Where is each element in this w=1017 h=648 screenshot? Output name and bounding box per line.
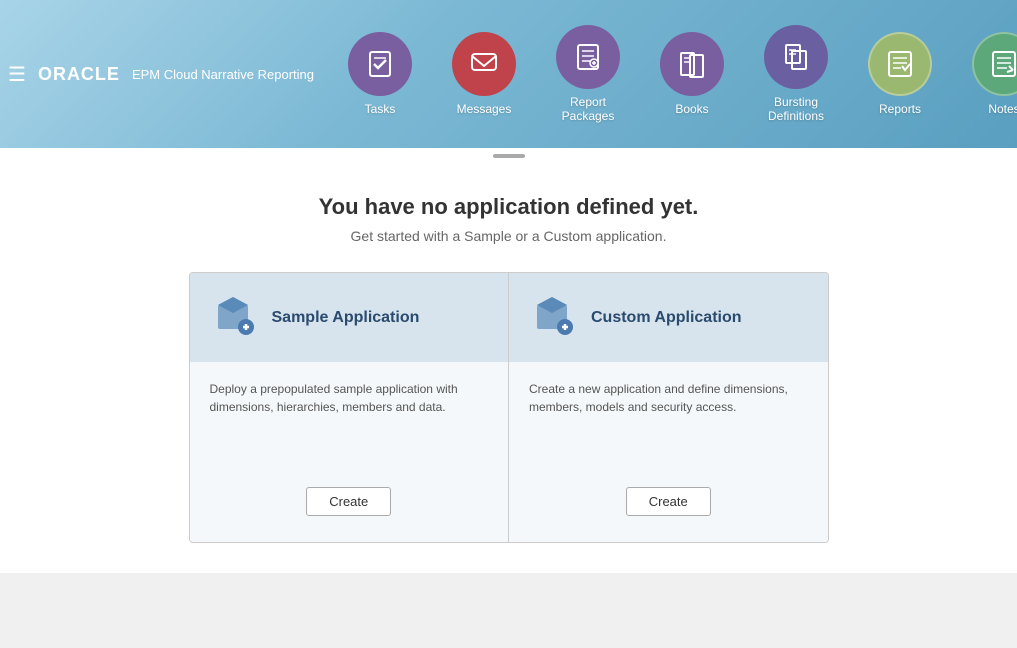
bursting-icon-circle bbox=[764, 25, 828, 89]
sample-application-header[interactable]: Sample Application bbox=[190, 273, 509, 362]
messages-icon-circle bbox=[452, 32, 516, 96]
nav-item-reports[interactable]: Reports bbox=[850, 24, 950, 124]
custom-application-description: Create a new application and define dime… bbox=[529, 380, 808, 416]
report-packages-icon bbox=[572, 41, 604, 73]
custom-application-create-button[interactable]: Create bbox=[626, 487, 711, 516]
nav-item-messages[interactable]: Messages bbox=[434, 24, 534, 124]
sample-application-body: Deploy a prepopulated sample application… bbox=[190, 362, 509, 542]
custom-application-icon bbox=[529, 291, 577, 339]
report-packages-label: Report Packages bbox=[542, 95, 634, 124]
sample-application-icon bbox=[210, 291, 258, 339]
sample-application-description: Deploy a prepopulated sample application… bbox=[210, 380, 489, 416]
sample-application-title: Sample Application bbox=[272, 309, 420, 327]
bursting-icon bbox=[780, 41, 812, 73]
nav-item-report-packages[interactable]: Report Packages bbox=[538, 17, 638, 132]
notes-label: Notes bbox=[988, 102, 1017, 116]
nav-item-notes[interactable]: Notes bbox=[954, 24, 1017, 124]
messages-label: Messages bbox=[457, 102, 512, 116]
books-icon-circle bbox=[660, 32, 724, 96]
hamburger-menu[interactable]: ☰ bbox=[8, 62, 26, 87]
custom-application-card: Custom Application Create a new applicat… bbox=[509, 273, 828, 542]
notes-icon bbox=[988, 48, 1017, 80]
books-icon bbox=[676, 48, 708, 80]
main-content: You have no application defined yet. Get… bbox=[0, 164, 1017, 573]
bursting-label: Bursting Definitions bbox=[750, 95, 842, 124]
top-navigation: ☰ ORACLE EPM Cloud Narrative Reporting T… bbox=[0, 0, 1017, 148]
scroll-dot bbox=[493, 154, 525, 158]
sample-app-icon bbox=[210, 291, 258, 344]
reports-icon bbox=[884, 48, 916, 80]
cards-container: Sample Application Deploy a prepopulated… bbox=[189, 272, 829, 543]
report-packages-icon-circle bbox=[556, 25, 620, 89]
sample-application-footer: Create bbox=[210, 471, 489, 524]
nav-item-bursting[interactable]: Bursting Definitions bbox=[746, 17, 846, 132]
books-label: Books bbox=[675, 102, 708, 116]
nav-icons-container: Tasks Messages bbox=[330, 17, 1017, 132]
tasks-icon-circle bbox=[348, 32, 412, 96]
scroll-indicator bbox=[0, 148, 1017, 164]
no-app-title: You have no application defined yet. bbox=[319, 194, 699, 220]
nav-item-tasks[interactable]: Tasks bbox=[330, 24, 430, 124]
reports-label: Reports bbox=[879, 102, 921, 116]
oracle-logo: ORACLE bbox=[38, 64, 120, 85]
app-title: EPM Cloud Narrative Reporting bbox=[132, 67, 314, 82]
custom-application-header[interactable]: Custom Application bbox=[509, 273, 828, 362]
no-app-subtitle: Get started with a Sample or a Custom ap… bbox=[351, 228, 667, 244]
reports-icon-circle bbox=[868, 32, 932, 96]
custom-application-title: Custom Application bbox=[591, 309, 742, 327]
custom-app-icon bbox=[529, 291, 577, 344]
sample-application-create-button[interactable]: Create bbox=[306, 487, 391, 516]
tasks-icon bbox=[364, 48, 396, 80]
tasks-label: Tasks bbox=[365, 102, 396, 116]
notes-icon-circle bbox=[972, 32, 1017, 96]
sample-application-card: Sample Application Deploy a prepopulated… bbox=[190, 273, 510, 542]
messages-icon bbox=[468, 48, 500, 80]
logo-area: ORACLE EPM Cloud Narrative Reporting bbox=[38, 64, 314, 85]
custom-application-footer: Create bbox=[529, 471, 808, 524]
custom-application-body: Create a new application and define dime… bbox=[509, 362, 828, 542]
nav-item-books[interactable]: Books bbox=[642, 24, 742, 124]
